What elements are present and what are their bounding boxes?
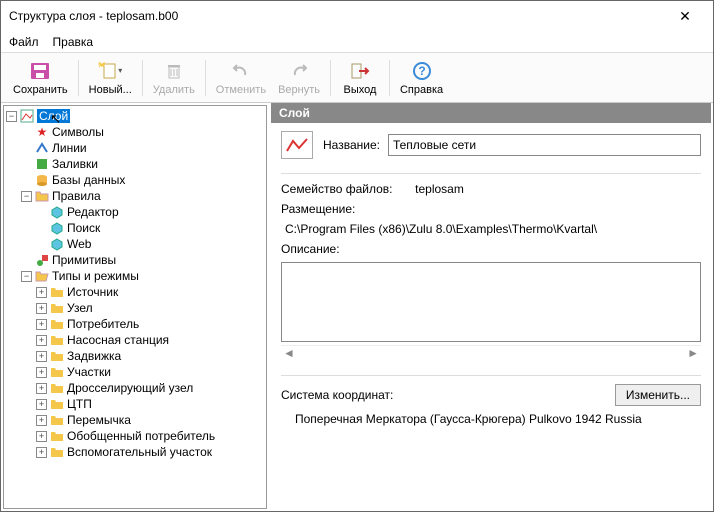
folder-icon: [49, 300, 65, 316]
layer-icon: [19, 108, 35, 124]
new-button[interactable]: ▾ Новый...: [83, 58, 138, 98]
tree-prims[interactable]: Примитивы: [52, 253, 116, 267]
lines-icon: [34, 140, 50, 156]
star-icon: ★: [34, 124, 50, 140]
folder-icon: [49, 284, 65, 300]
tree-search[interactable]: Поиск: [67, 221, 100, 235]
tree-node[interactable]: Узел: [67, 301, 93, 315]
tree-fills[interactable]: Заливки: [52, 157, 98, 171]
expand-icon[interactable]: +: [36, 287, 47, 298]
folder-icon: [49, 428, 65, 444]
redo-icon: [287, 60, 311, 82]
tree-gencons[interactable]: Обобщенный потребитель: [67, 429, 215, 443]
trash-icon: [162, 60, 186, 82]
expand-icon[interactable]: +: [36, 351, 47, 362]
name-label: Название:: [323, 138, 380, 152]
expand-icon[interactable]: +: [36, 399, 47, 410]
exit-icon: [348, 60, 372, 82]
close-icon[interactable]: ✕: [665, 8, 705, 25]
expand-icon[interactable]: +: [36, 319, 47, 330]
folder-icon: [49, 316, 65, 332]
cube-icon: [49, 220, 65, 236]
expand-icon[interactable]: +: [36, 335, 47, 346]
desc-input[interactable]: [281, 262, 701, 342]
exit-button[interactable]: Выход: [335, 58, 385, 98]
tree-ctp[interactable]: ЦТП: [67, 397, 92, 411]
tree-rules[interactable]: Правила: [52, 189, 101, 203]
folder-icon: [49, 412, 65, 428]
redo-button: Вернуть: [272, 58, 326, 98]
cursor-icon: ↖: [50, 111, 61, 127]
tree-view[interactable]: −Слой↖ ★Символы Линии Заливки Базы данны…: [3, 105, 267, 509]
folder-icon: [49, 332, 65, 348]
help-icon: ?: [410, 60, 434, 82]
folder-icon: [49, 380, 65, 396]
desc-label: Описание:: [281, 242, 340, 256]
expand-icon[interactable]: +: [36, 303, 47, 314]
expand-icon[interactable]: +: [36, 431, 47, 442]
cube-icon: [49, 204, 65, 220]
shapes-icon: [34, 252, 50, 268]
tree-db[interactable]: Базы данных: [52, 173, 125, 187]
tree-pump[interactable]: Насосная станция: [67, 333, 169, 347]
name-input[interactable]: [388, 134, 701, 156]
panel-header: Слой: [271, 103, 711, 123]
tree-lines[interactable]: Линии: [52, 141, 87, 155]
folder-icon: [49, 364, 65, 380]
folder-icon: [49, 444, 65, 460]
expand-icon[interactable]: +: [36, 415, 47, 426]
change-button[interactable]: Изменить...: [615, 384, 701, 406]
location-value: C:\Program Files (x86)\Zulu 8.0\Examples…: [285, 222, 597, 236]
expand-icon[interactable]: +: [36, 367, 47, 378]
svg-text:?: ?: [418, 64, 425, 78]
cube-icon: [49, 236, 65, 252]
undo-icon: [229, 60, 253, 82]
folder-open-icon: [34, 268, 50, 284]
crs-value: Поперечная Меркатора (Гаусса-Крюгера) Pu…: [295, 412, 642, 426]
collapse-icon[interactable]: −: [6, 111, 17, 122]
menu-file[interactable]: Файл: [9, 35, 39, 49]
new-icon: ▾: [98, 60, 122, 82]
collapse-icon[interactable]: −: [21, 191, 32, 202]
tree-consumer[interactable]: Потребитель: [67, 317, 139, 331]
chevron-down-icon: ▾: [118, 66, 122, 75]
location-label: Размещение:: [281, 202, 355, 216]
expand-icon[interactable]: +: [36, 447, 47, 458]
undo-button: Отменить: [210, 58, 272, 98]
tree-web[interactable]: Web: [67, 237, 91, 251]
tree-symbols[interactable]: Символы: [52, 125, 104, 139]
delete-button: Удалить: [147, 58, 201, 98]
family-label: Семейство файлов:: [281, 182, 392, 196]
collapse-icon[interactable]: −: [21, 271, 32, 282]
menu-edit[interactable]: Правка: [53, 35, 94, 49]
tree-sections[interactable]: Участки: [67, 365, 111, 379]
tree-valve[interactable]: Задвижка: [67, 349, 121, 363]
window-title: Структура слоя - teplosam.b00: [9, 9, 665, 23]
crs-label: Система координат:: [281, 388, 393, 402]
database-icon: [34, 172, 50, 188]
tree-editor[interactable]: Редактор: [67, 205, 119, 219]
help-button[interactable]: ? Справка: [394, 58, 449, 98]
folder-icon: [34, 188, 50, 204]
scroll-right-icon[interactable]: ►: [687, 346, 699, 361]
tree-throttle[interactable]: Дросселирующий узел: [67, 381, 193, 395]
expand-icon[interactable]: +: [36, 383, 47, 394]
folder-icon: [49, 396, 65, 412]
save-button[interactable]: Сохранить: [7, 58, 74, 98]
scroll-left-icon[interactable]: ◄: [283, 346, 295, 361]
tree-types[interactable]: Типы и режимы: [52, 269, 139, 283]
folder-icon: [49, 348, 65, 364]
fills-icon: [34, 156, 50, 172]
tree-aux[interactable]: Вспомогательный участок: [67, 445, 212, 459]
family-value: teplosam: [415, 182, 464, 196]
tree-jumper[interactable]: Перемычка: [67, 413, 131, 427]
tree-source[interactable]: Источник: [67, 285, 118, 299]
save-icon: [28, 60, 52, 82]
layer-preview-icon: [281, 131, 313, 159]
